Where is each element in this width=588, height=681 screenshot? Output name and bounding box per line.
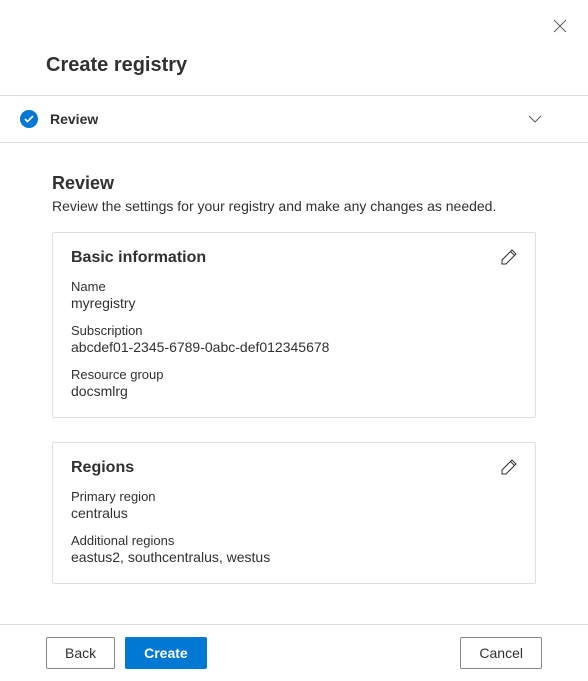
field-label: Additional regions bbox=[71, 533, 517, 548]
field-value: centralus bbox=[71, 505, 517, 521]
back-button[interactable]: Back bbox=[46, 637, 115, 669]
field-additional-regions: Additional regions eastus2, southcentral… bbox=[71, 533, 517, 565]
close-button[interactable] bbox=[548, 16, 572, 40]
field-name: Name myregistry bbox=[71, 279, 517, 311]
pencil-icon bbox=[501, 249, 517, 270]
basic-information-card: Basic information Name myregistry Subscr… bbox=[52, 232, 536, 418]
content-area: Review Review the settings for your regi… bbox=[0, 143, 588, 601]
section-description: Review the settings for your registry an… bbox=[52, 198, 536, 214]
edit-basic-info-button[interactable] bbox=[497, 247, 521, 271]
edit-regions-button[interactable] bbox=[497, 457, 521, 481]
card-title: Regions bbox=[71, 459, 517, 477]
field-value: myregistry bbox=[71, 295, 517, 311]
checkmark-icon bbox=[20, 110, 38, 128]
panel-title: Create registry bbox=[0, 0, 588, 96]
create-button[interactable]: Create bbox=[125, 637, 207, 669]
card-title: Basic information bbox=[71, 249, 517, 267]
spacer bbox=[217, 637, 451, 669]
field-label: Subscription bbox=[71, 323, 517, 338]
regions-card: Regions Primary region centralus Additio… bbox=[52, 442, 536, 584]
step-label: Review bbox=[50, 111, 528, 127]
field-value: docsmlrg bbox=[71, 383, 517, 399]
field-value: abcdef01-2345-6789-0abc-def012345678 bbox=[71, 339, 517, 355]
section-title: Review bbox=[52, 173, 536, 194]
pencil-icon bbox=[501, 459, 517, 480]
field-subscription: Subscription abcdef01-2345-6789-0abc-def… bbox=[71, 323, 517, 355]
chevron-down-icon bbox=[528, 110, 542, 128]
field-value: eastus2, southcentralus, westus bbox=[71, 549, 517, 565]
field-label: Primary region bbox=[71, 489, 517, 504]
field-label: Resource group bbox=[71, 367, 517, 382]
step-review-header[interactable]: Review bbox=[0, 96, 588, 143]
close-icon bbox=[553, 19, 567, 38]
field-label: Name bbox=[71, 279, 517, 294]
cancel-button[interactable]: Cancel bbox=[460, 637, 542, 669]
field-primary-region: Primary region centralus bbox=[71, 489, 517, 521]
footer: Back Create Cancel bbox=[0, 624, 588, 681]
field-resource-group: Resource group docsmlrg bbox=[71, 367, 517, 399]
